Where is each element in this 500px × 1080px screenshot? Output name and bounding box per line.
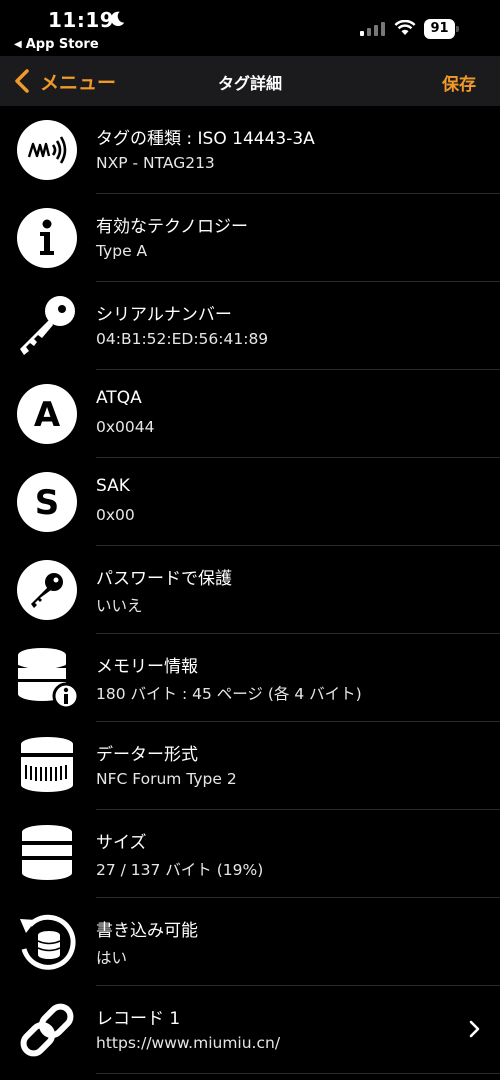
rewrite-database-icon: [16, 911, 78, 973]
row-value: NXP - NTAG213: [96, 154, 215, 172]
tag-detail-list: タグの種類 : ISO 14443-3A NXP - NTAG213 有効なテク…: [0, 106, 500, 1074]
moon-icon: [110, 11, 125, 27]
row-value: https://www.miumiu.cn/: [96, 1034, 281, 1052]
row-value: 0x0044: [96, 418, 155, 436]
row-title: シリアルナンバー: [96, 305, 232, 325]
row-title: レコード 1: [96, 1009, 181, 1029]
row-memory-info: メモリー情報 180 バイト : 45 ページ (各 4 バイト): [0, 634, 500, 722]
back-triangle-icon: ◀: [14, 39, 22, 50]
row-writable: 書き込み可能 はい: [0, 898, 500, 986]
row-value: 180 バイト : 45 ページ (各 4 バイト): [96, 685, 362, 703]
row-title: 有効なテクノロジー: [96, 217, 248, 237]
row-technologies: 有効なテクノロジー Type A: [0, 194, 500, 282]
row-serial-number: シリアルナンバー 04:B1:52:ED:56:41:89: [0, 282, 500, 370]
link-icon: [16, 999, 78, 1061]
database-info-icon: [16, 647, 78, 709]
row-value: 27 / 137 バイト (19%): [96, 861, 264, 879]
row-password-protection: パスワードで保護 いいえ: [0, 546, 500, 634]
database-format-icon: [16, 735, 78, 797]
wifi-icon: [394, 20, 416, 35]
navigation-bar: メニュー タグ詳細 保存: [0, 56, 500, 106]
row-sak: S SAK 0x00: [0, 458, 500, 546]
letter-a-icon: A: [16, 383, 78, 445]
row-title: サイズ: [96, 833, 147, 853]
status-bar: 11:19 ◀ App Store 91: [0, 0, 500, 56]
row-title: メモリー情報: [96, 657, 198, 677]
save-button[interactable]: 保存: [442, 70, 476, 95]
row-value: いいえ: [96, 597, 143, 615]
password-key-icon: [16, 559, 78, 621]
battery-level: 91: [424, 19, 455, 39]
row-value: Type A: [96, 242, 148, 260]
key-icon: [16, 295, 78, 357]
row-record-1[interactable]: レコード 1 https://www.miumiu.cn/: [0, 986, 500, 1074]
status-time: 11:19: [48, 8, 115, 32]
row-value: 04:B1:52:ED:56:41:89: [96, 330, 269, 348]
row-title: ATQA: [96, 388, 142, 408]
database-icon: [16, 823, 78, 885]
row-tag-type: タグの種類 : ISO 14443-3A NXP - NTAG213: [0, 106, 500, 194]
row-title: 書き込み可能: [96, 921, 198, 941]
row-value: NFC Forum Type 2: [96, 770, 237, 788]
row-size: サイズ 27 / 137 バイト (19%): [0, 810, 500, 898]
row-atqa: A ATQA 0x0044: [0, 370, 500, 458]
row-title: パスワードで保護: [96, 569, 232, 589]
row-value: はい: [96, 949, 128, 967]
svg-text:A: A: [34, 395, 61, 435]
row-data-format: データー形式 NFC Forum Type 2: [0, 722, 500, 810]
row-title: SAK: [96, 476, 130, 496]
back-app-label: App Store: [25, 37, 99, 52]
nfc-tag-icon: [16, 119, 78, 181]
chevron-right-icon: [469, 1020, 480, 1038]
row-title: データー形式: [96, 745, 198, 765]
back-to-app-store[interactable]: ◀ App Store: [14, 37, 99, 52]
svg-text:S: S: [35, 483, 60, 523]
row-value: 0x00: [96, 506, 135, 524]
row-title: タグの種類 : ISO 14443-3A: [96, 129, 315, 149]
info-icon: [16, 207, 78, 269]
page-title: タグ詳細: [217, 74, 282, 93]
signal-icon: [360, 22, 385, 36]
battery-icon: 91: [424, 19, 460, 39]
letter-s-icon: S: [16, 471, 78, 533]
